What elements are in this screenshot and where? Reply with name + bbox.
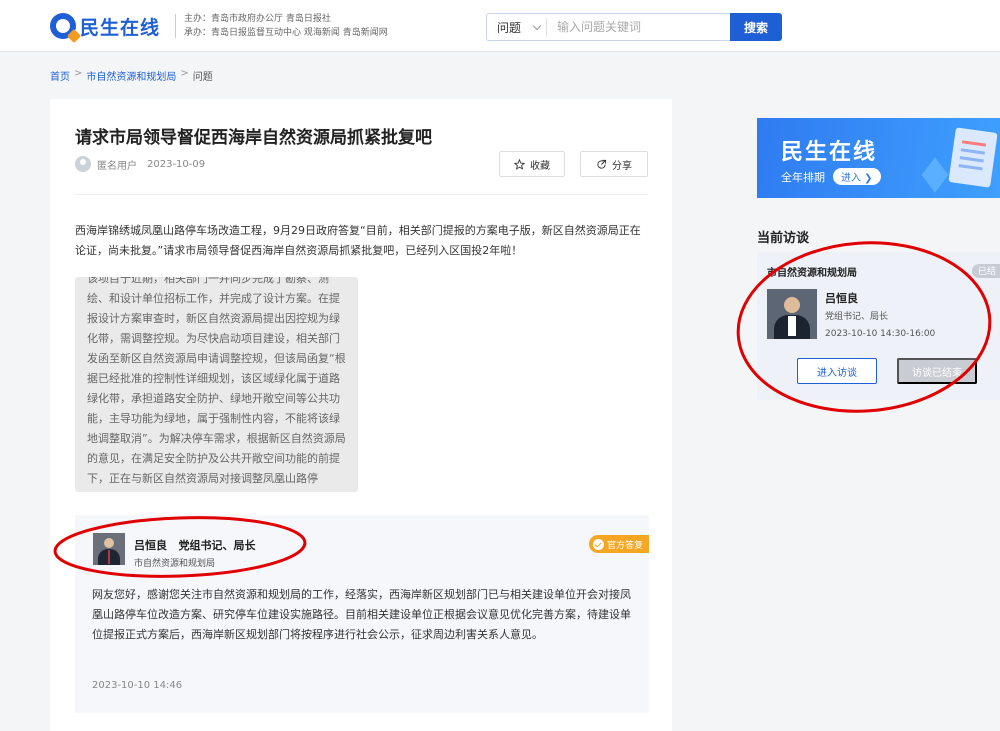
search-box: 问题 <box>486 13 730 41</box>
quoted-reply-text: 该项目于近期，相关部门一并同步完成了勘察、测绘、和设计单位招标工作，并完成了设计… <box>87 277 346 485</box>
official-answer: 吕恒良 党组书记、局长 市自然资源和规划局 官方答复 网友您好，感谢您关注市自然… <box>75 515 649 713</box>
sponsor-info: 主办：青岛市政府办公厅 青岛日报社 承办：青岛日报监督互动中心 观海新闻 青岛新… <box>184 12 388 40</box>
breadcrumb-department[interactable]: 市自然资源和规划局 <box>86 68 176 83</box>
answer-title: 党组书记、局长 <box>178 539 256 552</box>
favorite-label: 收藏 <box>530 160 550 172</box>
question-title: 请求市局领导督促西海岸自然资源局抓紧批复吧 <box>75 128 432 148</box>
breadcrumb-separator: > <box>180 68 189 79</box>
schedule-banner[interactable]: 民生在线 全年排期 进入 ❯ <box>757 118 1000 198</box>
official-avatar <box>93 533 125 565</box>
interview-ended-button: 访谈已结束 <box>897 358 977 384</box>
answer-official-name: 吕恒良 党组书记、局长 <box>134 537 256 553</box>
logo-text: 民生在线 <box>80 16 161 39</box>
check-badge-icon <box>592 538 604 550</box>
answer-time: 2023-10-10 14:46 <box>92 680 183 691</box>
official-answer-badge: 官方答复 <box>588 535 649 553</box>
banner-title: 民生在线 <box>781 140 878 165</box>
breadcrumb-home[interactable]: 首页 <box>50 68 70 83</box>
banner-enter-label: 进入 <box>841 173 861 184</box>
sponsor-line-1: 主办：青岛市政府办公厅 青岛日报社 <box>184 14 331 24</box>
user-avatar-icon <box>75 156 91 172</box>
site-logo[interactable]: 民生在线 <box>50 12 170 40</box>
favorite-button[interactable]: 收藏 <box>499 151 565 177</box>
search-type-select[interactable]: 问题 <box>487 18 547 36</box>
share-icon <box>597 159 607 169</box>
header-divider <box>175 14 176 38</box>
answer-department: 市自然资源和规划局 <box>134 559 216 569</box>
question-card: 请求市局领导督促西海岸自然资源局抓紧批复吧 匿名用户 2023-10-09 收藏… <box>50 99 672 731</box>
answer-content: 网友您好，感谢您关注市自然资源和规划局的工作，经落实，西海岸新区规划部门已与相关… <box>92 588 631 641</box>
banner-enter-button[interactable]: 进入 ❯ <box>833 168 881 185</box>
banner-sub-label: 全年排期 <box>781 170 825 184</box>
interviewee-name: 吕恒良 <box>825 292 858 305</box>
quoted-reply-popup[interactable]: 该项目于近期，相关部门一并同步完成了勘察、测绘、和设计单位招标工作，并完成了设计… <box>75 277 358 492</box>
share-label: 分享 <box>612 160 632 172</box>
interview-status-badge: 已结 <box>971 264 1000 278</box>
sponsor-line-2: 承办：青岛日报监督互动中心 观海新闻 青岛新闻网 <box>184 28 388 38</box>
breadcrumb-current: 问题 <box>192 72 213 83</box>
breadcrumb: 首页 > 市自然资源和规划局 > 问题 <box>50 68 213 83</box>
official-badge-label: 官方答复 <box>606 540 643 551</box>
meta-divider <box>75 194 648 195</box>
breadcrumb-separator: > <box>74 68 83 79</box>
interview-department: 市自然资源和规划局 <box>767 268 857 279</box>
banner-subtitle: 全年排期 进入 ❯ <box>781 168 881 185</box>
interviewee-photo <box>767 289 817 339</box>
logo-q-icon <box>50 13 76 39</box>
site-header: 民生在线 主办：青岛市政府办公厅 青岛日报社 承办：青岛日报监督互动中心 观海新… <box>0 0 1000 52</box>
question-meta: 匿名用户 2023-10-09 <box>75 156 205 172</box>
cube-illustration-icon <box>921 157 949 193</box>
chevron-down-icon <box>532 21 542 30</box>
search-button[interactable]: 搜索 <box>730 13 782 41</box>
interview-time: 2023-10-10 14:30-16:00 <box>825 329 936 339</box>
question-content: 西海岸锦绣城凤凰山路停车场改造工程，9月29日政府答复“目前，相关部门提报的方案… <box>75 224 641 257</box>
document-illustration-icon <box>948 127 998 188</box>
current-interview-heading: 当前访谈 <box>757 231 810 246</box>
question-date: 2023-10-09 <box>147 158 206 170</box>
question-author: 匿名用户 <box>97 160 137 172</box>
search-input[interactable] <box>547 20 727 34</box>
enter-interview-button[interactable]: 进入访谈 <box>797 358 877 384</box>
star-icon <box>514 158 525 170</box>
share-button[interactable]: 分享 <box>580 151 648 177</box>
interviewee-role: 党组书记、局长 <box>825 312 889 322</box>
search-type-value: 问题 <box>497 20 522 35</box>
answer-name: 吕恒良 <box>134 539 167 552</box>
interview-card: 市自然资源和规划局 已结 吕恒良 党组书记、局长 2023-10-10 14:3… <box>757 252 1000 400</box>
